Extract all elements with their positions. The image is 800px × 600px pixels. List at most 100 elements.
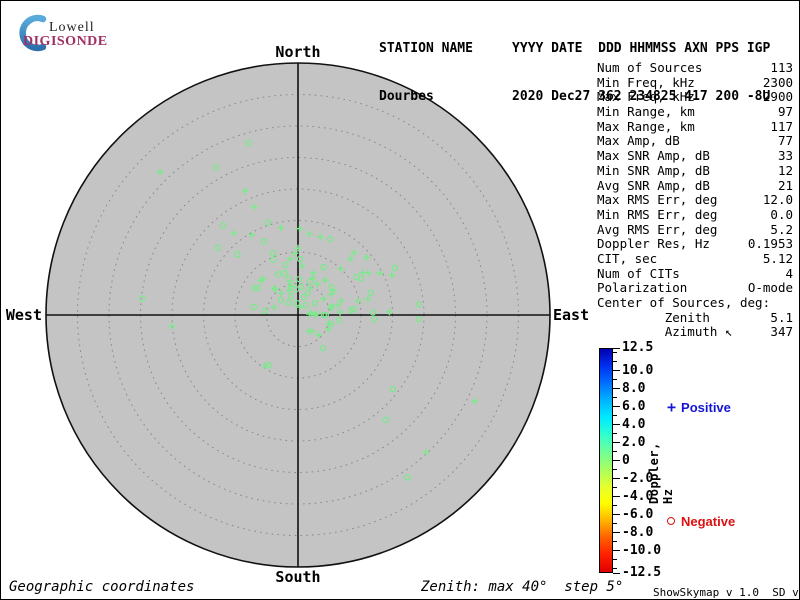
stat-value: 2300 (762, 74, 793, 90)
colorbar-tick-label: 10.0 (622, 362, 654, 378)
colorbar-tick-label: 6.0 (622, 398, 646, 414)
zenith-scale-label: Zenith: max 40° step 5° (421, 579, 624, 595)
stat-value: 4 (785, 265, 793, 281)
colorbar-tick-label: 12.5 (622, 340, 654, 355)
stat-row: Min RMS Err, deg 0.0 (597, 206, 793, 223)
colorbar-major-tick (613, 496, 620, 497)
stat-row: Min SNR Amp, dB 12 (597, 162, 793, 179)
stat-value: 5.12 (762, 250, 793, 266)
stat-row: Doppler Res, Hz 0.1953 (597, 237, 793, 252)
stat-row: Max Amp, dB 77 (597, 134, 793, 149)
logo-digisonde-text: DIGISONDE (23, 34, 108, 49)
colorbar-minor-tick (613, 559, 617, 560)
stat-row: Polarization O-mode (597, 281, 793, 296)
stat-label: Max Freq, kHz (597, 89, 695, 105)
colorbar-tick-label: -12.5 (622, 565, 662, 580)
stat-value: 347 (770, 324, 793, 340)
stat-value: 0.0 (770, 206, 793, 222)
stat-label: CIT, sec (597, 250, 658, 266)
stat-label: Min SNR Amp, dB (597, 162, 710, 178)
stat-label: Azimuth ↖ (597, 324, 733, 340)
stat-row: Center of Sources, deg: (597, 295, 793, 311)
colorbar-major-tick (613, 388, 620, 389)
colorbar-major-tick (613, 460, 620, 461)
colorbar-minor-tick (613, 379, 617, 380)
colorbar-minor-tick (613, 541, 617, 542)
legend-positive: + Positive (667, 398, 731, 416)
colorbar-minor-tick (613, 523, 617, 524)
colorbar-major-tick (613, 550, 620, 551)
stat-row: Azimuth ↖ 347 (597, 325, 793, 340)
colorbar-minor-tick (613, 361, 617, 362)
stat-label: Zenith (597, 309, 710, 325)
stat-label: Min Freq, kHz (597, 74, 695, 90)
stat-label: Num of CITs (597, 265, 680, 281)
colorbar-tick-label: -10.0 (622, 542, 662, 558)
colorbar-tick-label: 4.0 (622, 416, 646, 432)
doppler-colorbar (599, 348, 613, 573)
colorbar-major-tick (613, 442, 620, 443)
stat-row: Max RMS Err, deg 12.0 (597, 192, 793, 208)
stat-row: Min Freq, kHz 2300 (597, 74, 793, 91)
colorbar-major-tick (613, 370, 620, 371)
stat-row: Max Range, km 117 (597, 118, 793, 135)
colorbar-minor-tick (613, 433, 617, 434)
stat-value: 5.1 (770, 309, 793, 325)
measurement-stats-panel: Num of Sources 113 Min Freq, kHz 2300 Max Fr… (597, 60, 793, 340)
colorbar-major-tick (613, 347, 620, 349)
colorbar-major-tick (613, 514, 620, 515)
stat-label: Min RMS Err, deg (597, 206, 718, 222)
skymap-window: Lowell DIGISONDE STATION NAME YYYY DATE … (0, 0, 800, 600)
compass-west-label: West (5, 306, 42, 324)
stat-value: O-mode (747, 280, 793, 296)
stat-value: 2900 (762, 89, 793, 105)
plus-marker-icon: + (667, 398, 677, 416)
legend-negative: Negative (667, 514, 735, 529)
stat-row: Avg RMS Err, deg 5.2 (597, 221, 793, 238)
stat-value: 21 (777, 177, 793, 193)
colorbar-minor-tick (613, 568, 617, 569)
stat-row: Num of CITs 4 (597, 265, 793, 282)
stat-value: 113 (770, 60, 793, 75)
circle-marker-icon (667, 517, 675, 525)
coordinates-mode-label: Geographic coordinates (9, 579, 195, 595)
colorbar-tick-label: -8.0 (622, 524, 654, 540)
stat-row: CIT, sec 5.12 (597, 250, 793, 267)
stat-row: Max Freq, kHz 2900 (597, 90, 793, 105)
stat-label: Center of Sources, deg: (597, 295, 771, 310)
stat-value: 33 (777, 148, 793, 164)
colorbar-minor-tick (613, 505, 617, 506)
stat-label: Max SNR Amp, dB (597, 148, 710, 164)
colorbar-major-tick (613, 572, 620, 574)
legend-negative-label: Negative (681, 514, 736, 529)
lowell-digisonde-logo: Lowell DIGISONDE (9, 7, 139, 53)
colorbar-major-tick (613, 424, 620, 425)
stat-label: Doppler Res, Hz (597, 236, 710, 252)
colorbar-tick-label: 8.0 (622, 380, 646, 396)
stat-label: Min Range, km (597, 104, 695, 120)
stat-row: Min Range, km 97 (597, 104, 793, 120)
compass-south-label: South (275, 568, 321, 586)
stat-value: 5.2 (770, 221, 793, 237)
stat-value: 12.0 (762, 192, 793, 208)
stat-value: 97 (777, 104, 793, 120)
stat-label: Max Amp, dB (597, 133, 680, 149)
stat-row: Num of Sources 113 (597, 60, 793, 76)
compass-north-label: North (275, 43, 321, 61)
stat-row: Avg SNR Amp, dB 21 (597, 177, 793, 194)
stat-row: Max SNR Amp, dB 33 (597, 148, 793, 164)
colorbar-minor-tick (613, 469, 617, 470)
doppler-colorbar-title: Doppler, Hz (647, 442, 675, 504)
stat-label: Num of Sources (597, 60, 703, 75)
stat-value: 117 (770, 118, 793, 134)
colorbar-minor-tick (613, 352, 617, 353)
colorbar-tick-label: -6.0 (622, 506, 654, 522)
colorbar-minor-tick (613, 487, 617, 488)
stat-label: Avg SNR Amp, dB (597, 177, 710, 193)
stat-label: Max RMS Err, deg (597, 192, 718, 208)
colorbar-minor-tick (613, 415, 617, 416)
stat-value: 0.1953 (747, 236, 793, 252)
stat-label: Polarization (597, 280, 688, 296)
colorbar-major-tick (613, 406, 620, 407)
header-columns: STATION NAME YYYY DATE DDD HHMMSS AXN PP… (379, 41, 771, 56)
